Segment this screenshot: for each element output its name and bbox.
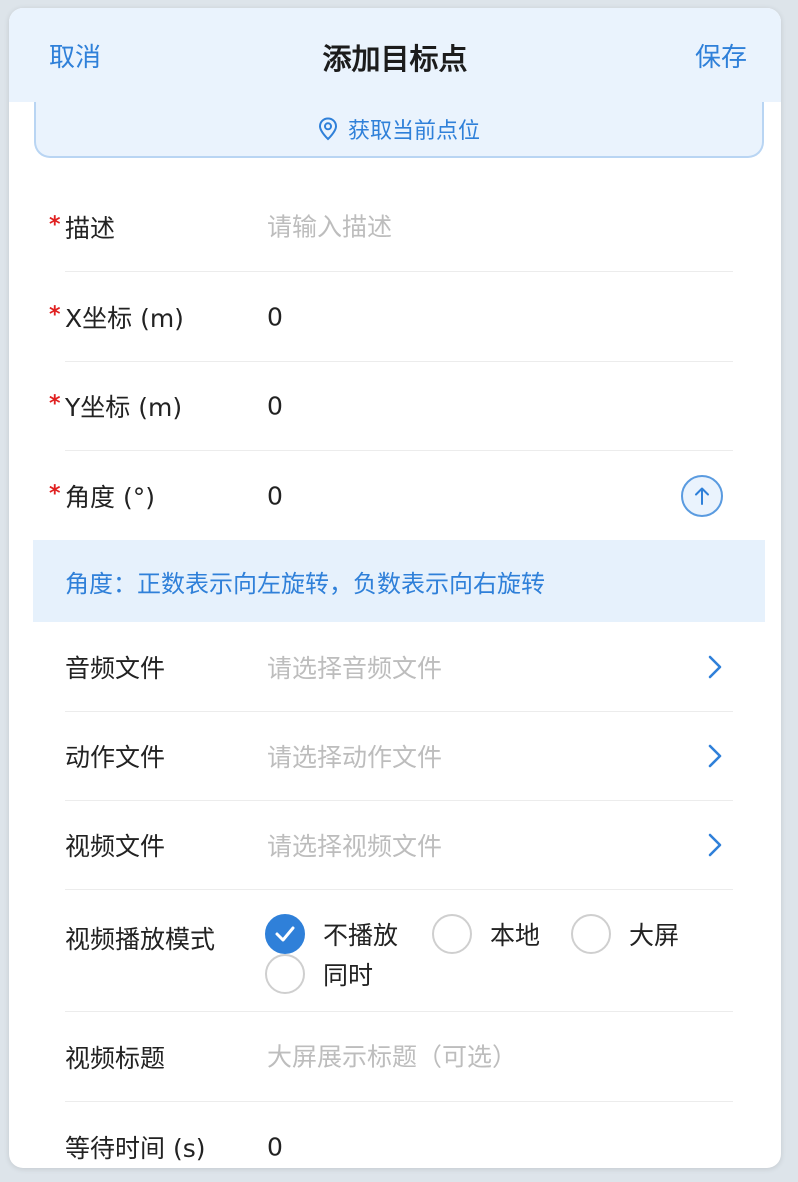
add-target-sheet: 取消 添加目标点 保存 获取当前点位 * 描述 * X坐标 (m) 0 * Y坐… xyxy=(9,8,781,1168)
play-mode-option-local[interactable]: 本地 xyxy=(432,914,540,954)
page-title: 添加目标点 xyxy=(322,42,468,76)
action-file-label: 动作文件 xyxy=(65,742,166,772)
video-play-mode-label: 视频播放模式 xyxy=(65,925,216,954)
chevron-right-icon[interactable] xyxy=(705,742,725,770)
wait-time-input[interactable]: 0 xyxy=(267,1133,667,1162)
wait-time-label: 等待时间 (s) xyxy=(65,1134,206,1163)
get-current-position-label: 获取当前点位 xyxy=(347,119,480,144)
radio-unchecked-icon xyxy=(265,954,305,994)
description-input[interactable] xyxy=(267,212,667,241)
video-title-row: 视频标题 xyxy=(65,1012,733,1102)
video-file-picker[interactable]: 请选择视频文件 xyxy=(267,827,667,863)
video-file-row[interactable]: 视频文件 请选择视频文件 xyxy=(65,800,733,890)
action-file-row[interactable]: 动作文件 请选择动作文件 xyxy=(65,711,733,801)
angle-row: * 角度 (°) 0 xyxy=(49,451,733,541)
play-mode-option-label: 不播放 xyxy=(323,921,399,950)
required-mark: * xyxy=(49,212,61,237)
y-coordinate-label: Y坐标 (m) xyxy=(65,392,183,422)
angle-label: 角度 (°) xyxy=(65,483,155,512)
x-coordinate-row: * X坐标 (m) 0 xyxy=(49,272,733,362)
header: 取消 添加目标点 保存 xyxy=(9,8,781,102)
angle-direction-button[interactable] xyxy=(681,475,723,517)
chevron-right-icon[interactable] xyxy=(705,831,725,859)
play-mode-option-label: 本地 xyxy=(490,921,541,950)
required-mark: * xyxy=(49,481,61,507)
required-mark: * xyxy=(49,391,61,416)
chevron-right-icon[interactable] xyxy=(705,653,725,681)
description-label: 描述 xyxy=(65,213,116,243)
audio-file-row[interactable]: 音频文件 请选择音频文件 xyxy=(65,622,733,712)
save-button[interactable]: 保存 xyxy=(695,37,747,74)
get-current-position-button[interactable]: 获取当前点位 xyxy=(34,102,764,158)
video-file-label: 视频文件 xyxy=(65,831,166,861)
radio-unchecked-icon xyxy=(571,914,611,954)
checkmark-icon xyxy=(275,926,295,942)
play-mode-option-both[interactable]: 同时 xyxy=(265,954,373,994)
wait-time-row: 等待时间 (s) 0 xyxy=(65,1102,733,1168)
radio-unchecked-icon xyxy=(432,914,472,954)
location-pin-icon xyxy=(318,117,337,141)
required-mark: * xyxy=(49,302,61,327)
arrow-up-icon xyxy=(695,487,709,505)
y-coordinate-row: * Y坐标 (m) 0 xyxy=(49,361,733,451)
video-play-mode-row: 视频播放模式 不播放 本地 大屏 同时 xyxy=(65,890,733,1012)
y-coordinate-input[interactable]: 0 xyxy=(267,391,667,420)
play-mode-option-bigscreen[interactable]: 大屏 xyxy=(571,914,679,954)
video-title-input[interactable] xyxy=(267,1042,667,1071)
play-mode-option-none[interactable]: 不播放 xyxy=(265,914,398,954)
angle-input[interactable]: 0 xyxy=(267,482,667,511)
audio-file-label: 音频文件 xyxy=(65,653,166,683)
x-coordinate-input[interactable]: 0 xyxy=(267,302,667,331)
radio-checked-icon xyxy=(265,914,305,954)
play-mode-option-label: 同时 xyxy=(323,961,374,990)
play-mode-option-label: 大屏 xyxy=(629,921,680,950)
x-coordinate-label: X坐标 (m) xyxy=(65,303,184,333)
video-title-label: 视频标题 xyxy=(65,1043,166,1073)
action-file-picker[interactable]: 请选择动作文件 xyxy=(267,738,667,774)
audio-file-picker[interactable]: 请选择音频文件 xyxy=(267,649,667,685)
description-row: * 描述 xyxy=(49,182,733,272)
angle-tip: 角度：正数表示向左旋转，负数表示向右旋转 xyxy=(33,540,765,622)
